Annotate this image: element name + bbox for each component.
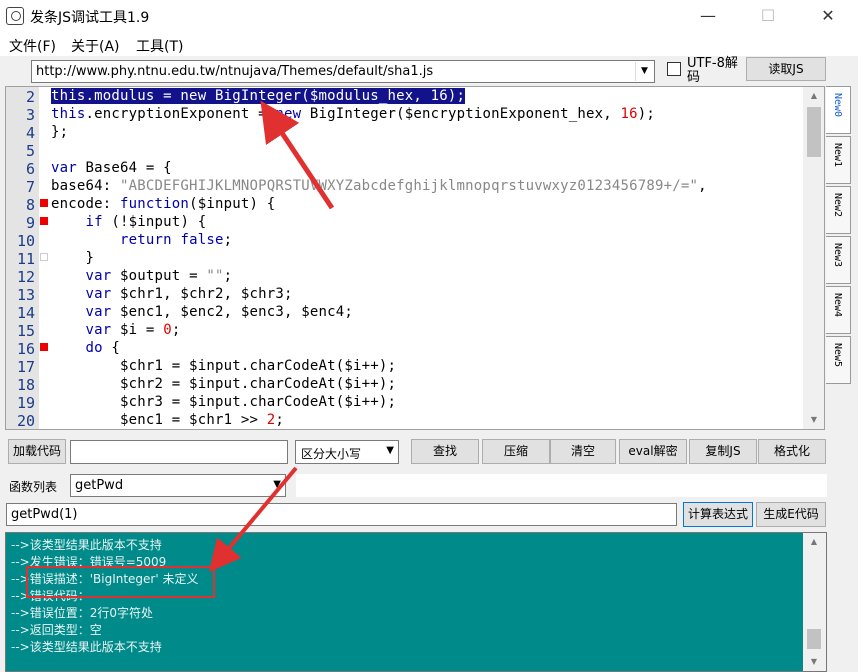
app-window: 发条JS调试工具1.9 — ☐ ✕ 文件(F) 关于(A) 工具(T) http… [0, 0, 858, 672]
annotation-arrow [208, 466, 298, 573]
annotation-arrow [260, 100, 335, 210]
annotation-arrows [208, 100, 335, 573]
